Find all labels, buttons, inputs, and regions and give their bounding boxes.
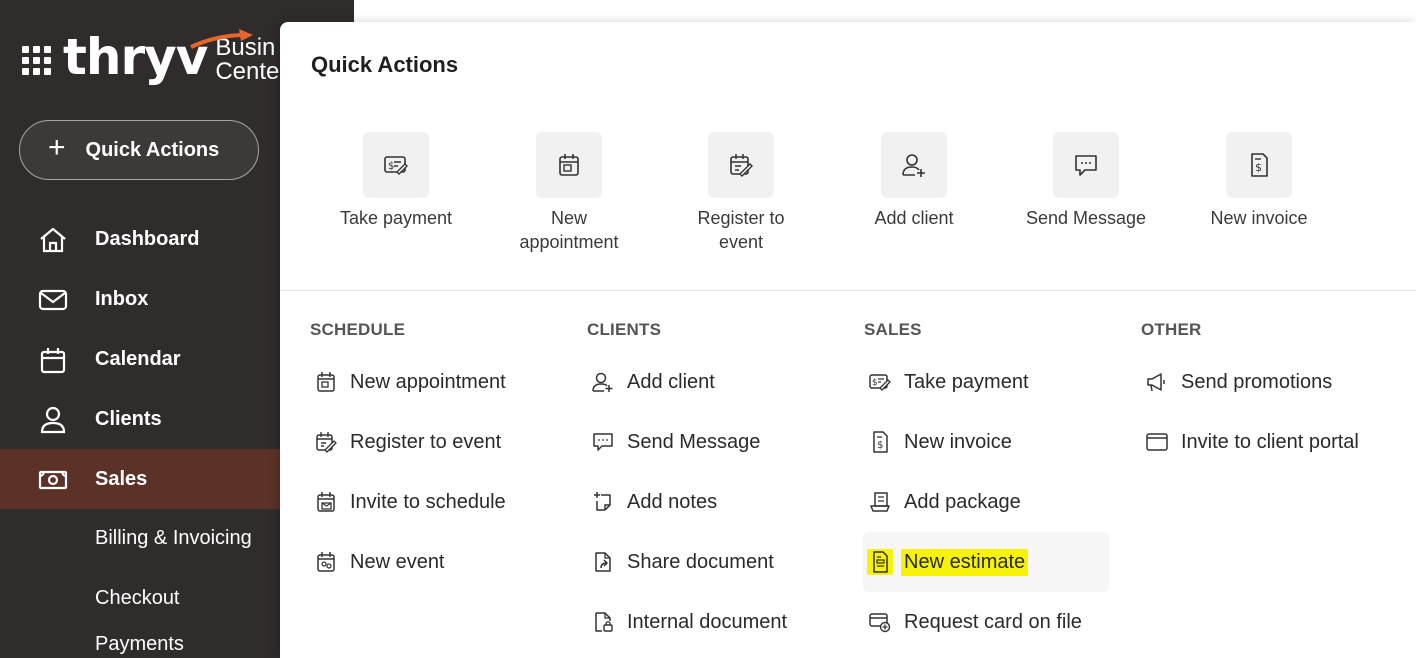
action-take-payment[interactable]: $ Take payment (864, 352, 1029, 412)
plus-icon: + (48, 131, 66, 164)
svg-text:$: $ (1255, 161, 1262, 174)
action-send-message[interactable]: Send Message (587, 412, 760, 472)
column-other: OTHER Send promotions Invite to client p… (1141, 320, 1359, 453)
tile-label: Send Message (1025, 208, 1147, 228)
action-register-event[interactable]: Register to event (310, 412, 501, 472)
column-heading: OTHER (1141, 320, 1202, 339)
action-new-event[interactable]: New event (310, 532, 445, 592)
tile-send-message-box[interactable] (1053, 132, 1119, 198)
apps-grid-icon[interactable] (22, 45, 51, 75)
tile-new-invoice[interactable]: $ New invoice (1173, 132, 1345, 230)
estimate-icon (867, 549, 893, 575)
package-icon (867, 489, 893, 515)
column-sales: SALES $ Take payment $ New invoice Add p… (863, 320, 1109, 633)
message-icon (590, 429, 616, 455)
tile-add-client-box[interactable] (881, 132, 947, 198)
tile-new-appointment[interactable]: New appointment (483, 132, 655, 254)
action-share-document[interactable]: Share document (587, 532, 774, 592)
invoice-icon: $ (1251, 153, 1268, 177)
calendar-icon (559, 154, 579, 176)
card-add-icon (867, 609, 893, 635)
quick-actions-panel: Quick Actions $ Take payment New appoint… (280, 22, 1416, 658)
action-add-client[interactable]: Add client (587, 352, 715, 412)
svg-text:$: $ (872, 378, 878, 388)
svg-text:$: $ (388, 161, 394, 172)
tile-label: Register to event (697, 208, 785, 252)
column-heading: SALES (864, 320, 922, 339)
logo-swoosh-icon (190, 29, 253, 49)
sidebar-subitem-checkout[interactable]: Checkout (95, 587, 180, 610)
note-icon (590, 489, 616, 515)
register-event-icon (730, 154, 753, 177)
user-icon (40, 406, 66, 434)
tile-take-payment-box[interactable]: $ (363, 132, 429, 198)
event-icon (313, 549, 339, 575)
quick-actions-button[interactable]: + Quick Actions (19, 120, 259, 180)
quick-actions-label: Quick Actions (85, 138, 220, 161)
action-send-promotions[interactable]: Send promotions (1141, 352, 1332, 412)
locked-document-icon (590, 609, 616, 635)
tile-new-invoice-box[interactable]: $ (1226, 132, 1292, 198)
action-internal-document[interactable]: Internal document (587, 592, 787, 652)
mail-icon (38, 289, 68, 311)
browser-window-icon (1144, 429, 1170, 455)
action-new-appointment[interactable]: New appointment (310, 352, 506, 412)
calendar-icon (40, 348, 66, 374)
tile-label: Take payment (339, 208, 453, 228)
register-event-icon (313, 429, 339, 455)
action-add-package[interactable]: Add package (864, 472, 1021, 532)
svg-text:$: $ (877, 440, 883, 451)
action-invite-schedule[interactable]: Invite to schedule (310, 472, 506, 532)
action-new-invoice[interactable]: $ New invoice (864, 412, 1012, 472)
message-icon (1075, 155, 1097, 176)
add-user-icon (590, 369, 616, 395)
sidebar-subitem-billing[interactable]: Billing & Invoicing (95, 527, 252, 550)
column-heading: SCHEDULE (310, 320, 406, 339)
home-icon (40, 227, 66, 253)
cash-icon (38, 470, 68, 490)
column-heading: CLIENTS (587, 320, 662, 339)
sidebar-subitem-payments[interactable]: Payments (95, 633, 184, 656)
share-document-icon (590, 549, 616, 575)
tile-register-event-box[interactable] (708, 132, 774, 198)
tile-label: New appointment (519, 208, 619, 252)
logo-wordmark: thryv (63, 28, 208, 86)
panel-title: Quick Actions (311, 52, 459, 77)
payment-icon: $ (384, 156, 408, 175)
invoice-icon: $ (867, 429, 893, 455)
tile-label: Add client (874, 208, 954, 228)
action-add-notes[interactable]: Add notes (587, 472, 717, 532)
tile-send-message[interactable]: Send Message (1000, 132, 1172, 230)
logo[interactable]: thryv Busin Cente (22, 28, 279, 90)
app-top-bar (354, 0, 1416, 24)
action-invite-portal[interactable]: Invite to client portal (1141, 412, 1359, 472)
tile-take-payment[interactable]: $ Take payment (310, 132, 482, 230)
divider (280, 290, 1416, 291)
tile-add-client[interactable]: Add client (828, 132, 1000, 230)
calendar-icon (313, 369, 339, 395)
payment-icon: $ (867, 369, 893, 395)
action-new-estimate[interactable]: New estimate (863, 532, 1109, 592)
invite-schedule-icon (313, 489, 339, 515)
tile-register-event[interactable]: Register to event (655, 132, 827, 254)
column-schedule: SCHEDULE New appointment Register to eve… (310, 320, 506, 573)
tile-new-appointment-box[interactable] (536, 132, 602, 198)
column-clients: CLIENTS Add client Send Message Add note… (587, 320, 787, 633)
action-request-card[interactable]: Request card on file (864, 592, 1082, 652)
add-user-icon (902, 154, 925, 177)
tile-label: New invoice (1210, 208, 1308, 228)
megaphone-icon (1144, 369, 1170, 395)
